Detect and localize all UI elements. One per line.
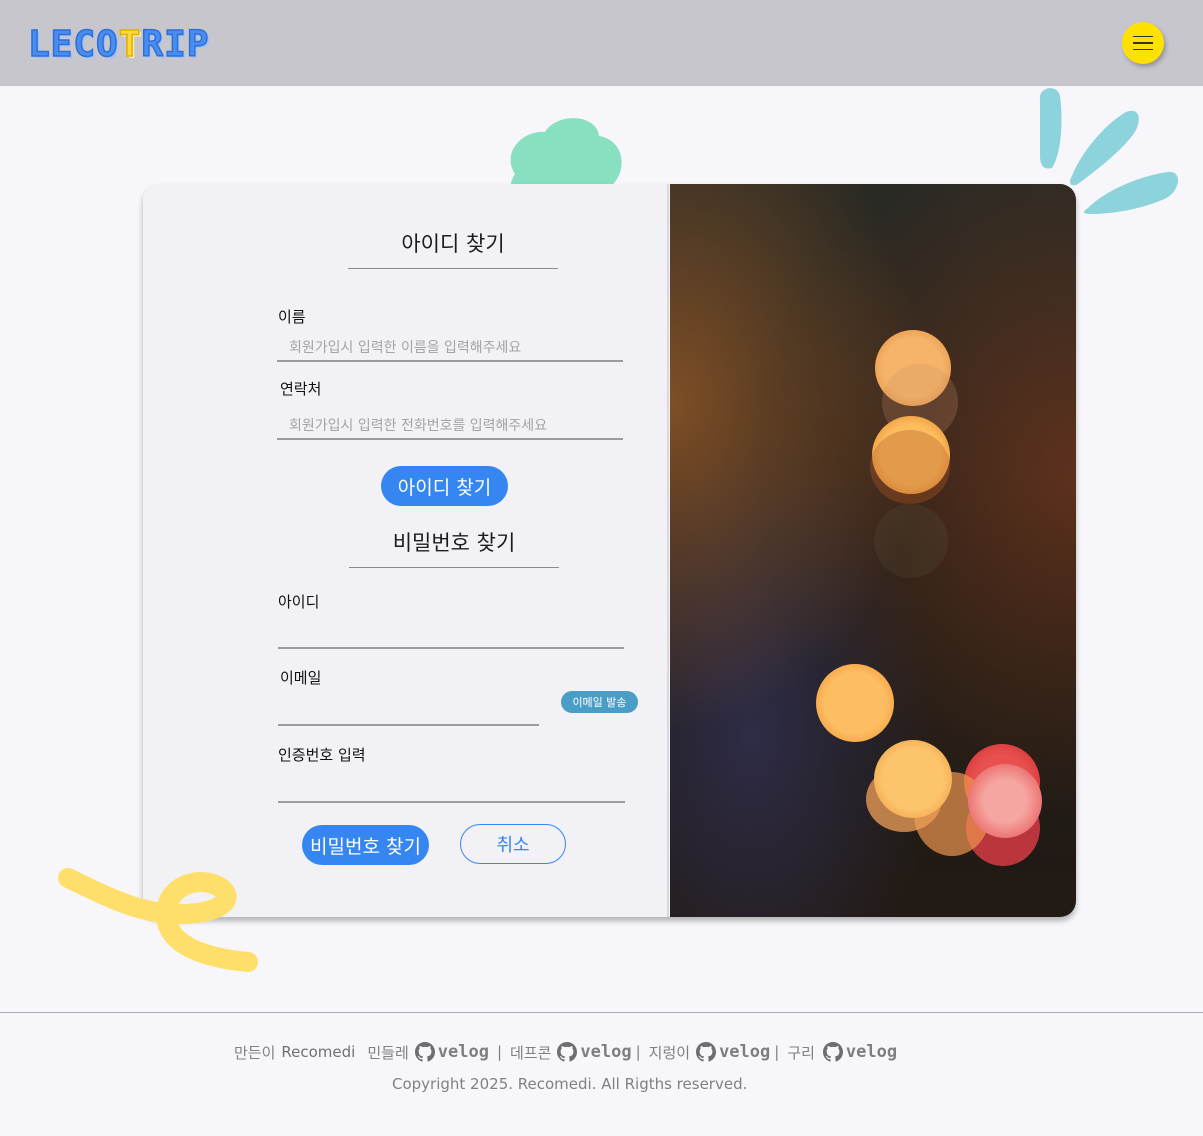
logo-text-end: RIP [141,23,210,66]
email-input[interactable] [278,700,539,726]
verification-code-input[interactable] [278,777,625,803]
name-label: 이름 [278,308,306,326]
find-password-title: 비밀번호 찾기 [392,531,516,555]
member-name: 지렁이 [648,1043,691,1062]
phone-label: 연락처 [280,380,322,398]
member-name: 민들레 [367,1043,409,1062]
footer-divider [0,1012,1203,1013]
bokeh-light [968,764,1042,838]
id-label: 아이디 [278,593,320,611]
cancel-button[interactable]: 취소 [460,824,566,864]
made-by-label: 만든이 [234,1043,276,1062]
separator: | [635,1043,641,1061]
send-email-button[interactable]: 이메일 발송 [561,691,638,713]
find-account-card: 아이디 찾기 이름 연락처 아이디 찾기 비밀번호 찾기 아이디 이메일 이메일… [143,184,1076,917]
bokeh-light [870,430,950,504]
separator: | [774,1043,780,1061]
github-icon[interactable] [822,1042,843,1062]
find-id-button[interactable]: 아이디 찾기 [381,466,508,506]
bokeh-photo [670,184,1076,917]
bokeh-light [816,664,894,742]
name-input[interactable] [277,336,623,362]
find-id-title-underline [348,268,558,269]
separator: | [496,1043,502,1061]
github-icon[interactable] [557,1042,578,1062]
verification-code-label: 인증번호 입력 [278,746,366,764]
footer-credits: 만든이 Recomedi 민들레 velog | 데프콘 velog | 지렁이… [234,1040,897,1064]
id-input[interactable] [278,623,624,649]
header: LECOTRIP [0,0,1203,86]
brand-name: Recomedi [281,1043,356,1061]
velog-link[interactable]: velog [580,1042,631,1062]
member-name: 구리 [787,1043,815,1062]
velog-link[interactable]: velog [719,1042,770,1062]
hamburger-menu-icon [1133,35,1153,38]
member-name: 데프콘 [510,1043,552,1062]
find-password-title-underline [349,567,559,568]
github-icon[interactable] [696,1042,717,1062]
github-icon[interactable] [414,1042,435,1062]
hamburger-menu-button[interactable] [1122,22,1164,64]
phone-input[interactable] [277,414,623,440]
logo-text-accent: T [118,23,142,66]
velog-link[interactable]: velog [846,1042,897,1062]
bokeh-light [874,740,952,818]
copyright-text: Copyright 2025. Recomedi. All Rigths res… [392,1075,748,1093]
form-panel: 아이디 찾기 이름 연락처 아이디 찾기 비밀번호 찾기 아이디 이메일 이메일… [143,184,669,917]
logo-text-main: LECO [27,23,119,66]
bokeh-light [874,504,948,578]
velog-link[interactable]: velog [438,1042,489,1062]
email-label: 이메일 [280,669,322,687]
logo[interactable]: LECOTRIP [27,23,210,66]
find-password-button[interactable]: 비밀번호 찾기 [302,825,429,865]
find-id-title: 아이디 찾기 [401,232,505,256]
yellow-squiggle-decoration [58,868,258,972]
